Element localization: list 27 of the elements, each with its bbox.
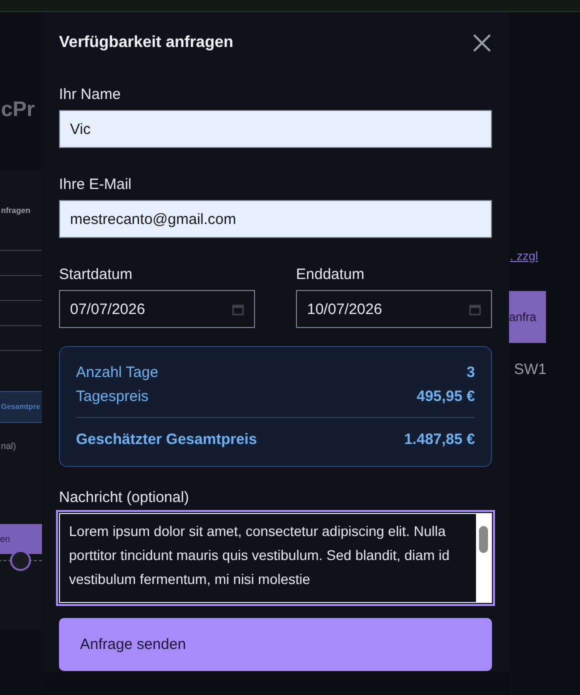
- summary-label: Geschätzter Gesamtpreis: [76, 430, 257, 450]
- date-field[interactable]: 07/07/2026: [59, 290, 255, 328]
- message-field[interactable]: Lorem ipsum dolor sit amet, consectetur adipiscing elit. Nulla porttitor tincidunt mauris quis vestibulum. Sed blandit, diam id vestibulum fermentum, mi nisi molestie: [59, 513, 492, 603]
- field-label: Ihre E-Mail: [59, 176, 133, 194]
- summary-label: Tagespreis: [76, 387, 149, 407]
- summary-value: 495,95 €: [416, 387, 475, 407]
- code-text: SW1: [514, 361, 547, 378]
- close-icon[interactable]: [472, 33, 492, 53]
- field-label: Enddatum: [296, 266, 366, 284]
- submit-button[interactable]: Anfrage senden: [59, 618, 492, 671]
- email-field[interactable]: mestrecanto@gmail.com: [59, 200, 492, 238]
- field-label: Nachricht (optional): [59, 489, 190, 507]
- date-field[interactable]: 10/07/2026: [296, 290, 492, 328]
- field-label: nal): [1, 441, 16, 451]
- summary-label: Anzahl Tage: [76, 363, 158, 383]
- name-field[interactable]: Vic: [59, 110, 492, 148]
- calendar-icon[interactable]: [232, 302, 244, 316]
- summary-value: 3: [466, 363, 475, 383]
- field-label: Ihr Name: [59, 86, 122, 104]
- summary-value: 1.487,85 €: [404, 430, 475, 450]
- card-heading: nfragen: [1, 206, 30, 217]
- dialog-title: Verfügbarkeit anfragen: [59, 34, 234, 52]
- slider-handle: [10, 550, 31, 571]
- field-label: Startdatum: [59, 266, 134, 284]
- scrollbar[interactable]: [476, 514, 491, 602]
- page-title: cPr: [1, 98, 35, 122]
- calendar-icon[interactable]: [469, 302, 481, 316]
